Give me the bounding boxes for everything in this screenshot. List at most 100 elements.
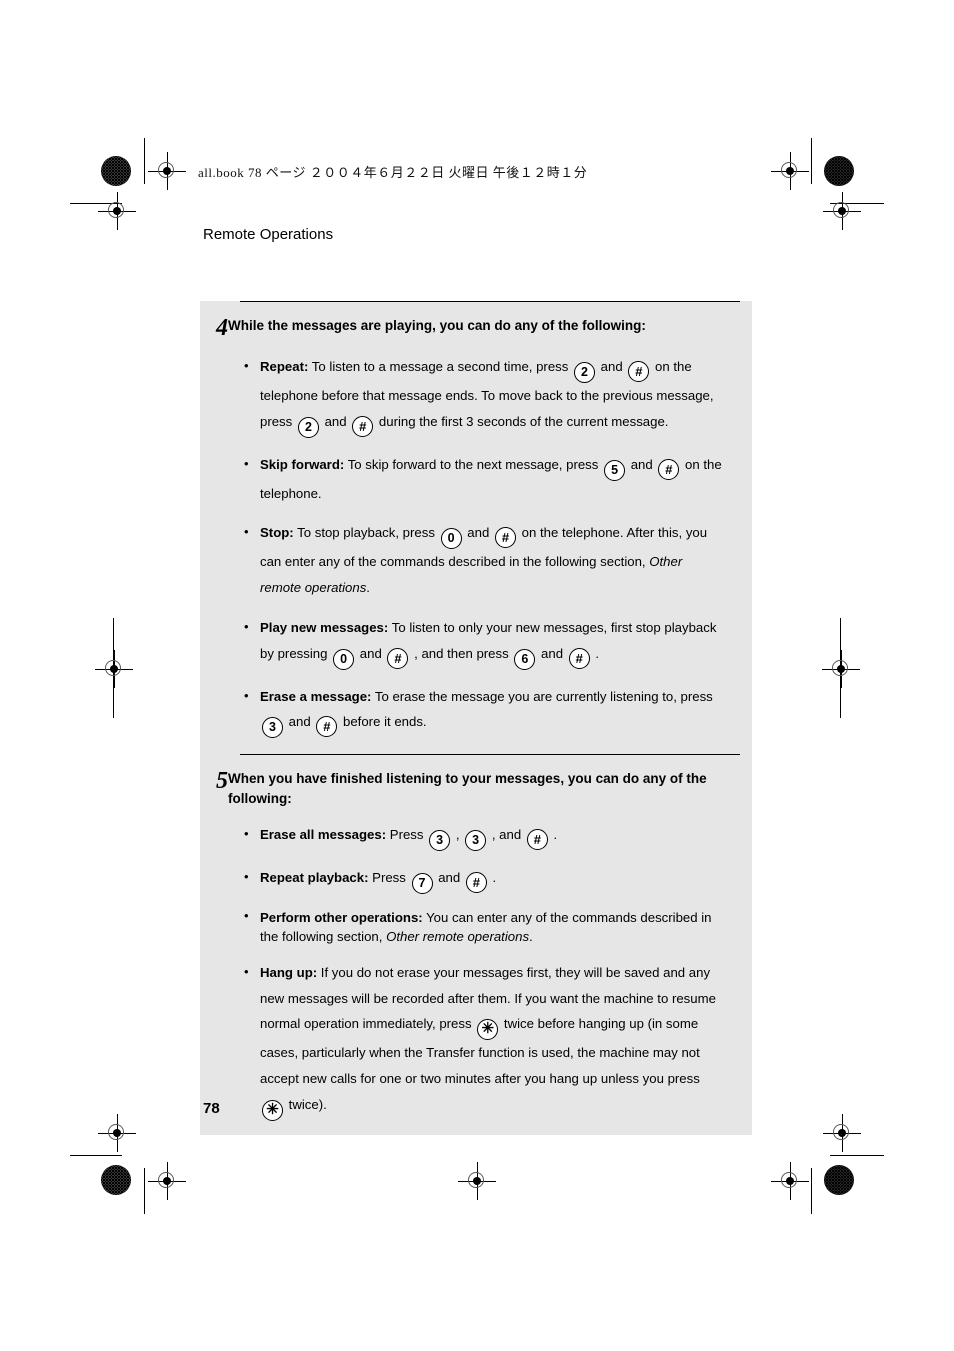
key-hash-icon: # (628, 361, 650, 382)
key-0: 0 (440, 528, 462, 550)
halftone-dot-bottom-right (824, 1165, 854, 1195)
key-0: 0 (333, 648, 355, 670)
step-4: 4 While the messages are playing, you can… (200, 301, 752, 754)
bullet-text: , and (488, 826, 525, 842)
step-title: While the messages are playing, you can … (228, 318, 646, 333)
bullet-item: Play new messages: To listen to only you… (244, 614, 726, 670)
bullet-text: , and then press (410, 645, 513, 661)
bullet-text: . (488, 869, 497, 885)
bullet-text: Press (386, 826, 428, 842)
bullet-text: and (320, 413, 351, 429)
crop-line-right-lower-horizontal (830, 1155, 884, 1156)
key-hash-icon: # (494, 527, 516, 549)
bullet-list: Erase all messages: Press 3 , 3 , and # … (200, 821, 740, 1121)
registration-mark-bottom-left (148, 1162, 186, 1200)
bullet-item: Erase a message: To erase the message yo… (244, 683, 726, 739)
key-star-icon: ✳ (262, 1099, 283, 1121)
halftone-dot-top-left (101, 156, 131, 186)
bullet-item: Stop: To stop playback, press 0 and # on… (244, 519, 726, 600)
bullet-text: and (356, 645, 386, 661)
registration-mark-left-upper (98, 192, 136, 230)
bullet-text: before it ends. (339, 714, 427, 730)
bullet-text: during the first 3 seconds of the curren… (375, 413, 669, 429)
bullet-text: and (463, 525, 493, 541)
bullet-label: Skip forward: (260, 456, 345, 472)
bullet-text: . (529, 928, 533, 944)
bullet-text: and (627, 456, 657, 472)
bullet-item: Perform other operations: You can enter … (244, 907, 726, 946)
crop-line-top-left-vertical (144, 138, 145, 184)
bullet-label: Repeat: (260, 359, 309, 374)
bullet-text: . (549, 826, 558, 842)
key-5: 5 (604, 459, 626, 481)
bullet-list: Repeat: To listen to a message a second … (200, 353, 740, 739)
bullet-text: and (537, 645, 567, 661)
crop-line-bottom-left-vertical (144, 1168, 145, 1214)
registration-mark-right-upper (823, 192, 861, 230)
registration-mark-top-left (148, 152, 186, 190)
halftone-dot-bottom-left (101, 1165, 131, 1195)
bullet-text: To skip forward to the next message, pre… (344, 456, 603, 472)
key-hash-icon: # (465, 871, 487, 893)
bullet-text: Press (368, 869, 410, 885)
bullet-item: Erase all messages: Press 3 , 3 , and # … (244, 821, 726, 851)
page-number: 78 (203, 1100, 220, 1117)
bullet-item: Skip forward: To skip forward to the nex… (244, 451, 726, 507)
registration-mark-bottom-center (458, 1162, 496, 1200)
step-number: 4 (216, 315, 228, 341)
step-title: When you have finished listening to your… (228, 771, 707, 806)
key-3: 3 (262, 717, 283, 739)
bullet-item: Repeat: To listen to a message a second … (244, 353, 726, 438)
bullet-text: To erase the message you are currently l… (371, 688, 713, 704)
crop-line-left-lower-horizontal (70, 1155, 122, 1156)
bullet-text: , (452, 826, 464, 842)
file-header-stamp: all.book 78 ページ ２００４年６月２２日 火曜日 午後１２時１分 (198, 165, 588, 180)
bullet-label: Repeat playback: (260, 869, 369, 885)
key-6: 6 (514, 648, 536, 670)
bullet-label: Erase all messages: (260, 826, 387, 842)
key-hash-icon: # (352, 415, 374, 437)
key-2: 2 (297, 416, 319, 438)
registration-mark-right-middle (822, 650, 860, 688)
registration-mark-left-middle (95, 650, 133, 688)
key-2: 2 (574, 362, 596, 383)
step-heading: 5 When you have finished listening to you… (200, 755, 740, 807)
bullet-text: To stop playback, press (293, 525, 439, 541)
steps-panel: 4 While the messages are playing, you can… (200, 301, 752, 1135)
registration-mark-top-right (771, 152, 809, 190)
bullet-text: and (597, 359, 627, 374)
key-7: 7 (411, 872, 433, 894)
bullet-label: Play new messages: (260, 619, 389, 635)
bullet-label: Hang up: (260, 965, 318, 980)
bullet-label: Stop: (260, 525, 294, 541)
key-hash-icon: # (387, 647, 409, 669)
registration-mark-bottom-right (771, 1162, 809, 1200)
bullet-label: Perform other operations: (260, 909, 423, 925)
registration-mark-right-lower (823, 1114, 861, 1152)
bullet-item: Repeat playback: Press 7 and # . (244, 864, 726, 894)
step-5: 5 When you have finished listening to you… (200, 754, 752, 1121)
bullet-item: Hang up: If you do not erase your messag… (244, 959, 726, 1121)
step-number: 5 (216, 768, 228, 795)
registration-mark-left-lower (98, 1114, 136, 1152)
key-star-icon: ✳ (477, 1019, 499, 1041)
key-3: 3 (465, 829, 487, 851)
bullet-text: and (285, 714, 315, 730)
halftone-dot-top-right (824, 156, 854, 186)
crop-line-bottom-right-vertical (811, 1168, 812, 1214)
bullet-text: . (591, 645, 600, 661)
crop-line-top-right-vertical (811, 138, 812, 184)
key-3: 3 (429, 829, 451, 851)
key-hash-icon: # (658, 458, 680, 480)
key-hash-icon: # (316, 716, 338, 738)
bullet-text: and (434, 869, 464, 885)
key-hash-icon: # (526, 828, 548, 850)
bullet-italic-text: Other remote operations (386, 928, 530, 944)
step-heading: 4 While the messages are playing, you can… (200, 302, 740, 340)
running-head: Remote Operations (203, 226, 334, 243)
bullet-text: . (366, 580, 370, 596)
bullet-label: Erase a message: (260, 688, 372, 704)
key-hash-icon: # (568, 647, 590, 669)
bullet-text: To listen to a message a second time, pr… (308, 359, 573, 374)
bullet-text: twice). (285, 1096, 327, 1112)
